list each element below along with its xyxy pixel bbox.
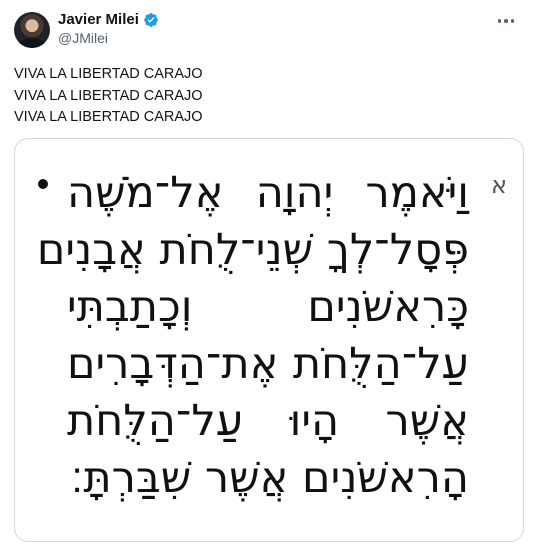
verse-number: א [490,171,507,199]
tweet-line: VIVA LA LIBERTAD CARAJO [14,109,203,125]
author-handle[interactable]: @JMilei [58,30,108,46]
avatar[interactable] [14,12,50,48]
tweet-text: VIVA LA LIBERTAD CARAJO VIVA LA LIBERTAD… [14,64,203,129]
hebrew-line: פְּסָל־לְךָ שְׁנֵי־לֻחֹת אֲבָנִים [36,225,469,275]
tweet-line: VIVA LA LIBERTAD CARAJO [14,66,203,82]
author-name-row[interactable]: Javier Milei [58,11,159,28]
hebrew-line: וַיֹּאמֶר יְהוָה אֶל־מֹשֶׁה [67,168,469,218]
author-name[interactable]: Javier Milei [58,11,139,28]
tweet-line: VIVA LA LIBERTAD CARAJO [14,87,203,104]
hebrew-verse: וַיֹּאמֶר יְהוָה אֶל־מֹשֶׁה פְּסָל־לְךָ … [36,165,469,507]
tweet-image[interactable]: א וַיֹּאמֶר יְהוָה אֶל־מֹשֶׁה פְּסָל־לְך… [14,138,524,542]
hebrew-line: אֲשֶׁר הָיוּ עַל־הַלֻּחֹת [67,396,469,446]
verified-badge-icon [144,12,158,27]
hebrew-line: כָּרִאשֹׁנִים וְכָתַבְתִּי [67,282,469,332]
hebrew-line: הָרִאשֹׁנִים אֲשֶׁר שִׁבַּרְתָּ׃ [70,453,469,503]
hebrew-line: עַל־הַלֻּחֹת אֶת־הַדְּבָרִים [67,339,469,389]
avatar-suit [18,38,46,48]
more-options-icon[interactable] [492,10,520,32]
bullet-dot [38,179,48,189]
